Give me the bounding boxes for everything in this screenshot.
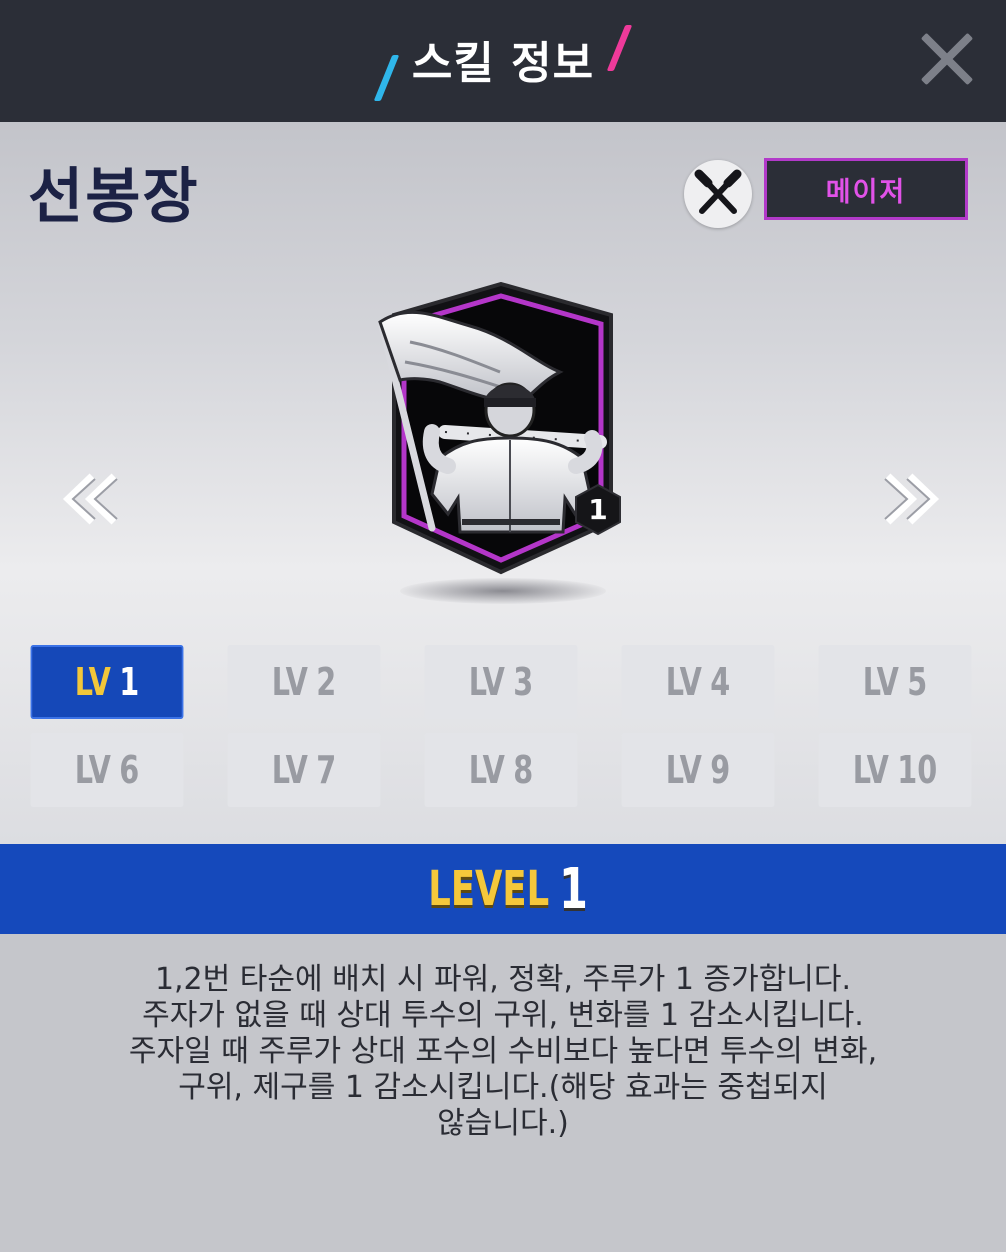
level-button-number: 9 xyxy=(710,748,731,792)
level-button-3[interactable]: LV 3 xyxy=(424,645,578,719)
level-button-prefix: LV xyxy=(74,660,111,704)
skill-card: 1 xyxy=(370,281,632,577)
level-button-number: 3 xyxy=(513,660,534,704)
level-button-number: 4 xyxy=(710,660,731,704)
level-button-prefix: LV xyxy=(74,748,111,792)
level-button-4[interactable]: LV 4 xyxy=(621,645,775,719)
header-title-group: 스킬 정보 xyxy=(0,0,1006,122)
close-icon[interactable] xyxy=(918,30,976,88)
level-button-prefix: LV xyxy=(271,660,308,704)
level-button-8[interactable]: LV 8 xyxy=(424,733,578,807)
level-button-5[interactable]: LV 5 xyxy=(818,645,972,719)
crossed-bats-icon xyxy=(684,160,752,228)
grade-badge: 메이저 xyxy=(764,158,968,220)
double-chevron-left-icon[interactable] xyxy=(58,470,122,528)
page-title: 스킬 정보 xyxy=(411,38,595,89)
level-button-10[interactable]: LV 10 xyxy=(818,733,972,807)
level-button-number: 7 xyxy=(316,748,337,792)
level-button-number: 2 xyxy=(316,660,337,704)
level-button-1[interactable]: LV 1 xyxy=(30,645,184,719)
double-chevron-right-icon[interactable] xyxy=(880,470,944,528)
level-label: LEVEL xyxy=(428,861,549,917)
card-level-badge: 1 xyxy=(588,493,608,526)
level-button-2[interactable]: LV 2 xyxy=(227,645,381,719)
level-button-9[interactable]: LV 9 xyxy=(621,733,775,807)
level-button-number: 6 xyxy=(119,748,140,792)
level-button-number: 5 xyxy=(907,660,928,704)
right-accent-slash xyxy=(606,25,633,71)
level-button-6[interactable]: LV 6 xyxy=(30,733,184,807)
level-button-prefix: LV xyxy=(271,748,308,792)
level-button-7[interactable]: LV 7 xyxy=(227,733,381,807)
selected-level-bar: LEVEL 1 xyxy=(0,844,1006,934)
level-button-prefix: LV xyxy=(862,660,899,704)
level-number: 1 xyxy=(559,856,589,922)
level-button-prefix: LV xyxy=(468,660,505,704)
left-accent-slash xyxy=(373,55,400,101)
card-shadow xyxy=(400,578,606,604)
skill-description: 1,2번 타순에 배치 시 파워, 정확, 주루가 1 증가합니다. 주자가 없… xyxy=(128,962,878,1141)
level-button-number: 8 xyxy=(513,748,534,792)
skill-name: 선봉장 xyxy=(28,162,200,232)
level-button-prefix: LV xyxy=(468,748,505,792)
level-button-number: 1 xyxy=(119,660,140,704)
level-button-prefix: LV xyxy=(852,748,889,792)
level-button-number: 10 xyxy=(897,748,938,792)
level-button-prefix: LV xyxy=(665,748,702,792)
level-button-prefix: LV xyxy=(665,660,702,704)
